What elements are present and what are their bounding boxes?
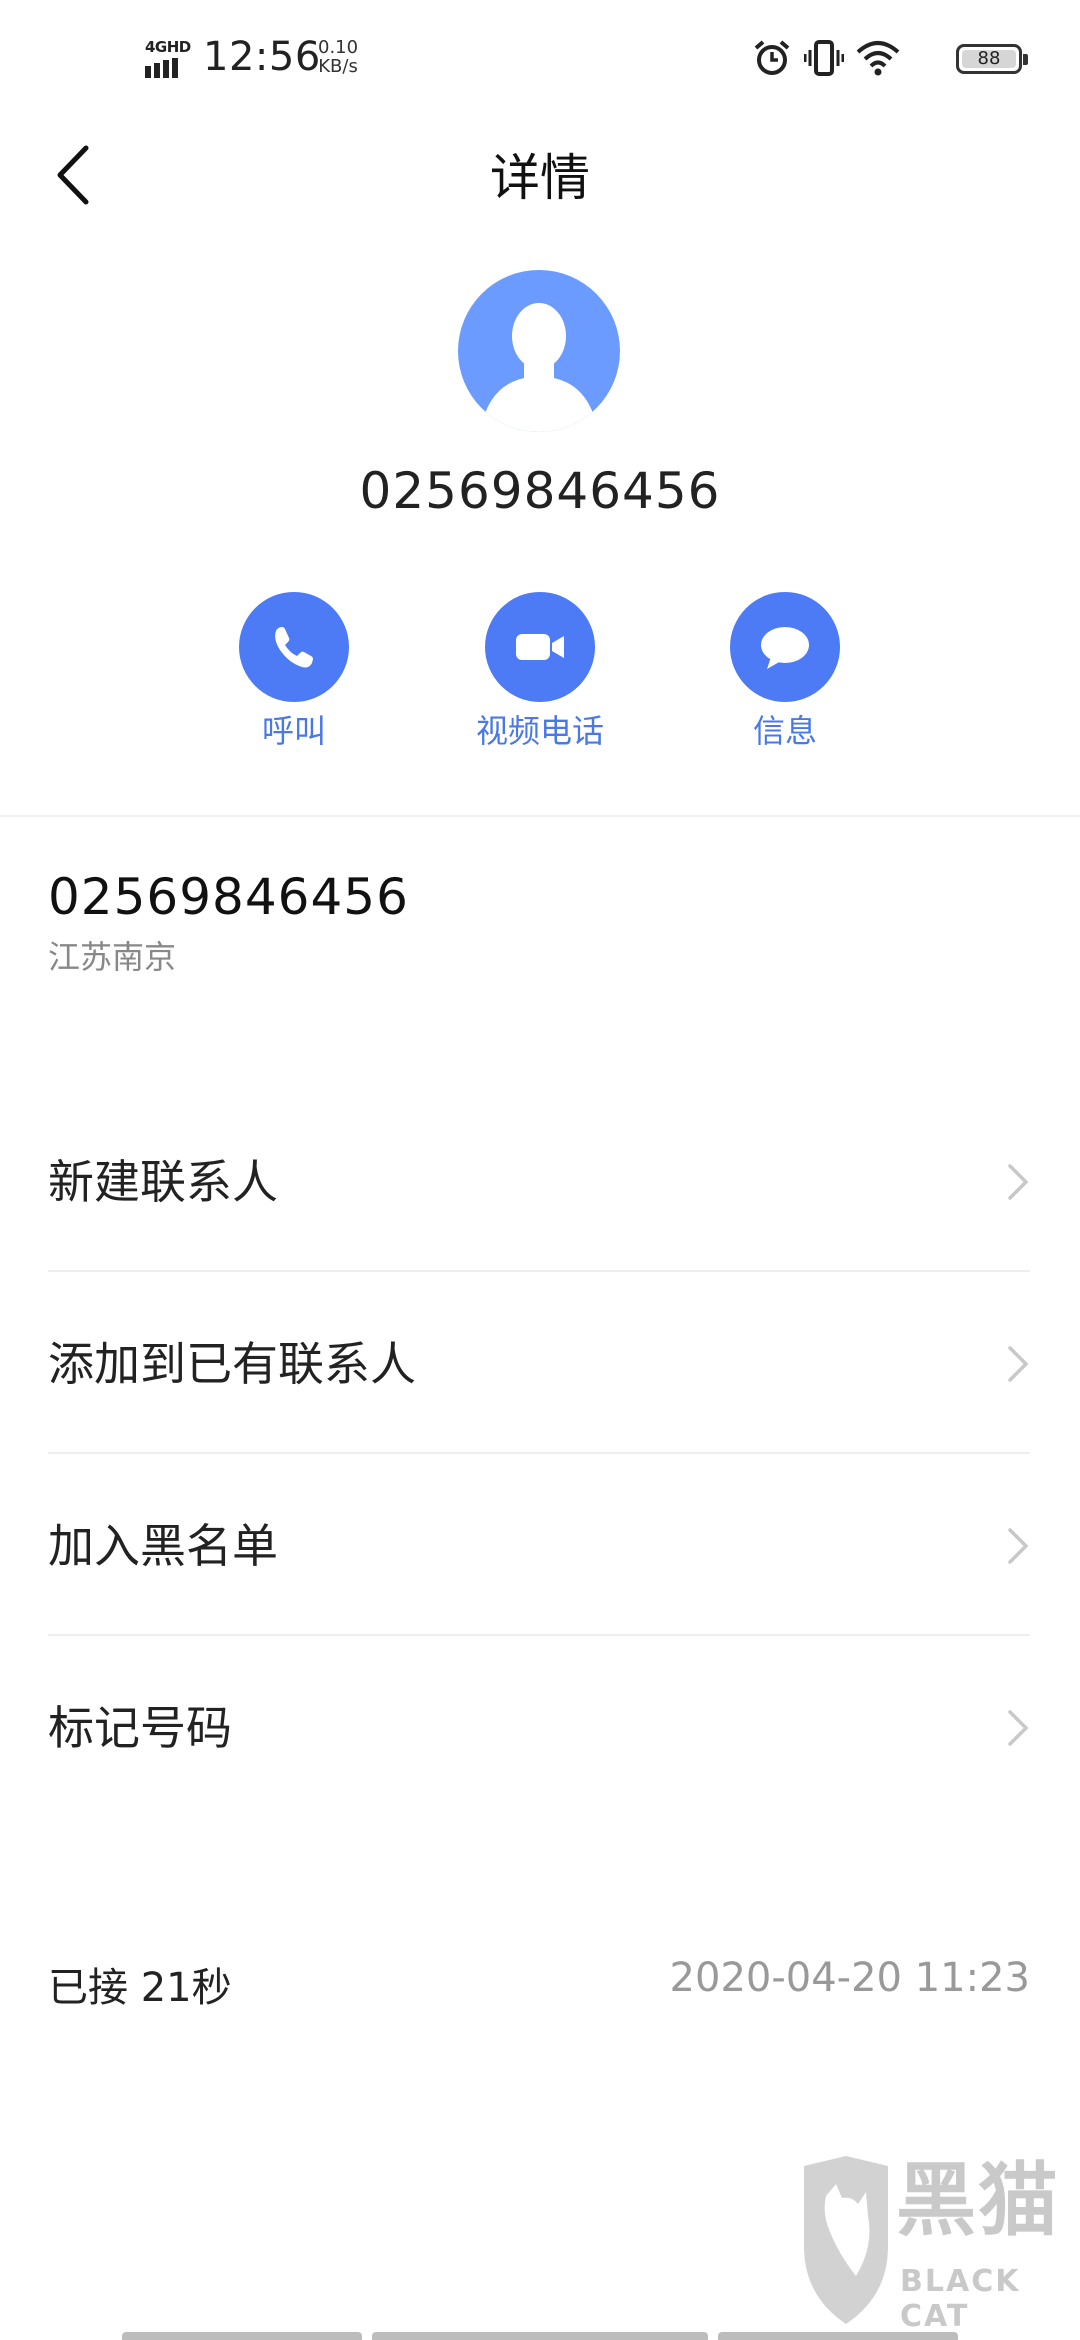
signal-icon [145,58,178,78]
menu-divider [48,1452,1030,1454]
status-bar: 4GHD 12:56 0.10 KB/s 88 [0,0,1080,110]
video-camera-icon [516,634,564,660]
call-button[interactable]: 呼叫 [204,592,384,752]
nav-hint-bar [718,2332,958,2340]
avatar [458,270,620,432]
menu-item-mark-number[interactable]: 标记号码 [48,1638,1030,1818]
call-status: 已接 21秒 [48,1965,232,2011]
network-speed: 0.10 KB/s [318,38,358,76]
network-speed-value: 0.10 [318,37,359,58]
menu-item-label: 添加到已有联系人 [48,1337,416,1391]
clock: 12:56 [203,34,321,80]
person-icon [480,303,598,432]
section-divider [0,815,1080,817]
menu-divider [48,1270,1030,1272]
status-icons: 88 [752,38,1028,84]
network-type: 4GHD [145,38,191,56]
wifi-icon [856,41,900,76]
network-speed-unit: KB/s [318,56,358,77]
nav-hint-bar [122,2332,362,2340]
chevron-right-icon [1008,1710,1029,1746]
video-call-button[interactable]: 视频电话 [450,592,630,752]
watermark-en: BLACK CAT [900,2264,1021,2334]
vibrate-icon [804,40,844,76]
message-label: 信息 [752,712,817,750]
chevron-right-icon [1008,1164,1029,1200]
battery-level: 88 [977,48,1001,69]
menu-item-new-contact[interactable]: 新建联系人 [48,1092,1030,1272]
number-location: 江苏南京 [48,938,177,976]
menu-item-label: 标记号码 [48,1701,232,1755]
menu-item-label: 加入黑名单 [48,1519,278,1573]
menu-item-label: 新建联系人 [48,1155,278,1209]
cat-shield-icon [804,2156,888,2324]
contact-number: 02569846456 [359,462,721,520]
black-cat-watermark: 黑猫 BLACK CAT [796,2146,1076,2336]
call-label: 呼叫 [261,712,326,750]
video-call-label: 视频电话 [475,712,604,750]
chevron-right-icon [1008,1528,1029,1564]
phone-number-entry[interactable]: 02569846456 [48,868,409,926]
message-icon [761,627,809,669]
chevron-right-icon [1008,1346,1029,1382]
menu-item-add-to-existing[interactable]: 添加到已有联系人 [48,1274,1030,1454]
menu-divider [48,1634,1030,1636]
call-datetime: 2020-04-20 11:23 [669,1955,1030,2001]
phone-icon [275,627,313,668]
page-title: 详情 [490,149,590,207]
watermark-cn: 黑猫 [896,2154,1060,2247]
alarm-icon [754,40,790,75]
battery-icon: 88 [956,44,1028,74]
nav-hint-bar [372,2332,708,2340]
message-button[interactable]: 信息 [695,592,875,752]
menu-item-blacklist[interactable]: 加入黑名单 [48,1456,1030,1636]
